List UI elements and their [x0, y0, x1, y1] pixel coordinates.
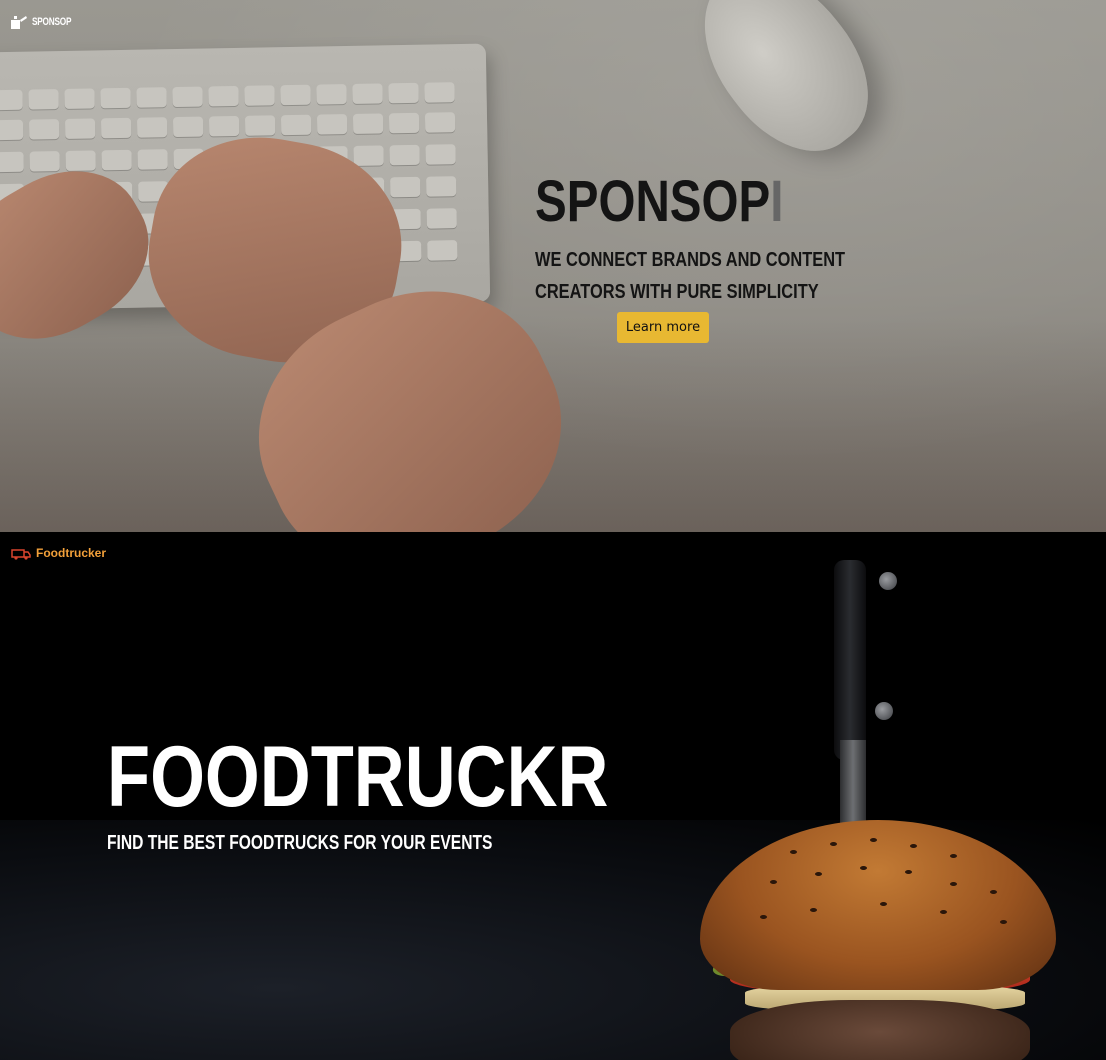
sponsop-hero: SPONSOP SPONSOPI WE CONNECT BRANDS AND C… — [0, 0, 1106, 532]
tagline-line-2: CREATORS WITH PURE SIMPLICITY — [535, 281, 819, 303]
foodtrucker-logo[interactable]: Foodtrucker — [11, 546, 106, 560]
foodtruckr-tagline: FIND THE BEST FOODTRUCKS FOR YOUR EVENTS — [107, 832, 493, 854]
patty-image — [730, 1000, 1030, 1060]
foodtrucker-brand-name: Foodtrucker — [36, 546, 107, 560]
foodtruckr-title: FOODTRUCKR — [107, 729, 609, 825]
sponsop-tagline: WE CONNECT BRANDS AND CONTENT CREATORS W… — [535, 244, 846, 308]
typing-cursor: I — [770, 169, 784, 234]
keyboard-row — [0, 112, 456, 141]
sponsop-title: SPONSOPI — [535, 168, 783, 235]
food-truck-icon — [11, 548, 31, 560]
megaphone-icon — [11, 16, 27, 29]
sponsop-logo[interactable]: SPONSOP — [11, 15, 84, 29]
foodtruckr-hero: Foodtrucker FOODTRUCKR FIND THE BEST FOO… — [0, 532, 1106, 1060]
keyboard-row — [0, 82, 455, 111]
sponsop-title-text: SPONSOP — [535, 169, 771, 234]
learn-more-button[interactable]: Learn more — [617, 312, 709, 343]
tagline-line-1: WE CONNECT BRANDS AND CONTENT — [535, 249, 846, 271]
knife-blade-image — [840, 740, 866, 830]
sponsop-brand-name: SPONSOP — [32, 16, 72, 28]
knife-handle-image — [834, 560, 866, 760]
knife-rivet — [875, 702, 893, 720]
knife-rivet — [879, 572, 897, 590]
